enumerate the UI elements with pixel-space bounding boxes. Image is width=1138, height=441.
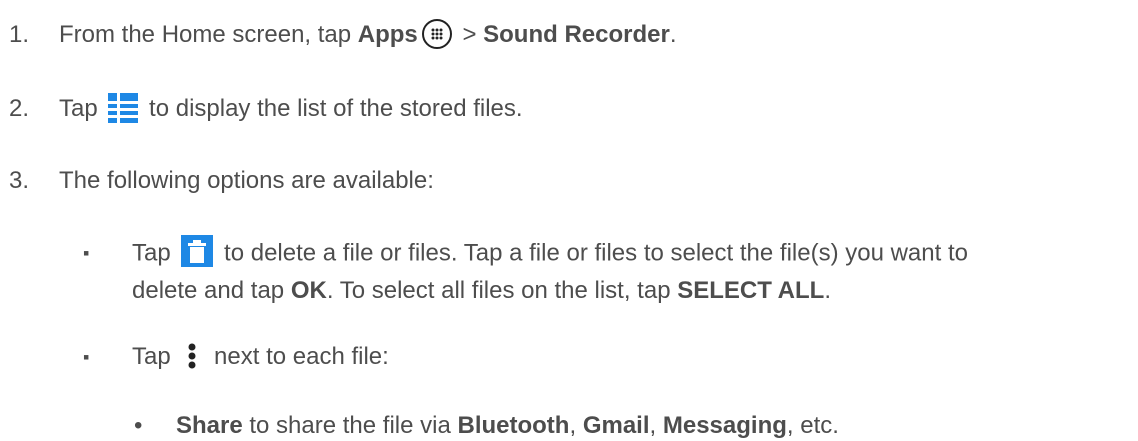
select-all-label: SELECT ALL: [677, 277, 825, 304]
gmail-label: Gmail: [582, 412, 650, 439]
bullet-text: delete and tap OK. To select all files o…: [132, 277, 831, 304]
bullet-text: Tap next to each file:: [132, 342, 389, 373]
ok-label: OK: [290, 277, 327, 304]
list-view-icon: [108, 92, 139, 123]
bullet-marker: ▪: [83, 347, 90, 367]
sound-recorder-label: Sound Recorder: [483, 21, 670, 48]
share-label: Share: [176, 412, 243, 439]
step-number: 3.: [9, 167, 30, 194]
sub-bullet-text: Share to share the file via Bluetooth, G…: [176, 412, 839, 439]
bullet-marker: ▪: [83, 243, 90, 263]
step-text: From the Home screen, tap Apps > Sound R…: [59, 18, 677, 51]
step-number: 2.: [9, 95, 30, 122]
trash-icon: [181, 235, 214, 267]
sub-bullet-marker: •: [134, 412, 143, 439]
apps-grid-icon: [421, 18, 452, 49]
apps-label: Apps: [357, 21, 418, 48]
step-number: 1.: [9, 21, 30, 48]
messaging-label: Messaging: [662, 412, 787, 439]
overflow-menu-icon: [187, 341, 197, 371]
bluetooth-label: Bluetooth: [457, 412, 570, 439]
bullet-text: Tap to delete a file or files. Tap a fil…: [132, 235, 968, 270]
step-text: Tap to display the list of the stored fi…: [59, 92, 523, 125]
step-text: The following options are available:: [59, 167, 434, 194]
instruction-document: 1. From the Home screen, tap Apps > Soun…: [0, 0, 1138, 439]
